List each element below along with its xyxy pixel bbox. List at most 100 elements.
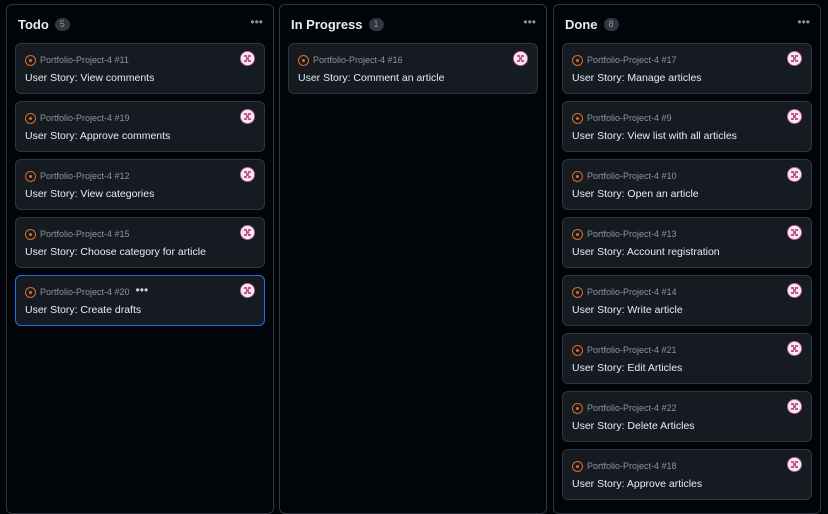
issue-card[interactable]: Portfolio-Project-4 #22 User Story: Delet… bbox=[562, 391, 812, 442]
column-title: Todo bbox=[18, 16, 49, 32]
card-menu-icon[interactable]: ••• bbox=[136, 284, 149, 297]
issue-reference[interactable]: Portfolio-Project-4 #21 bbox=[572, 343, 677, 357]
column-header: In Progress 1 ••• bbox=[280, 5, 546, 43]
assignee-avatar[interactable] bbox=[240, 167, 255, 182]
issue-reference[interactable]: Portfolio-Project-4 #17 bbox=[572, 53, 677, 67]
issue-title[interactable]: User Story: Account registration bbox=[572, 246, 720, 258]
assignee-avatar[interactable] bbox=[787, 283, 802, 298]
issue-title[interactable]: User Story: Create drafts bbox=[25, 304, 141, 316]
column-header: Todo 5 ••• bbox=[7, 5, 273, 43]
issue-reference-label[interactable]: Portfolio-Project-4 #20 bbox=[40, 287, 130, 297]
issue-reference[interactable]: Portfolio-Project-4 #14 bbox=[572, 285, 677, 299]
issue-card[interactable]: Portfolio-Project-4 #10 User Story: Open … bbox=[562, 159, 812, 210]
assignee-avatar[interactable] bbox=[513, 51, 528, 66]
issue-title[interactable]: User Story: View categories bbox=[25, 188, 154, 200]
issue-reference[interactable]: Portfolio-Project-4 #9 bbox=[572, 111, 672, 125]
assignee-avatar[interactable] bbox=[787, 167, 802, 182]
assignee-avatar[interactable] bbox=[240, 283, 255, 298]
issue-reference-label[interactable]: Portfolio-Project-4 #14 bbox=[587, 287, 677, 297]
open-issue-icon bbox=[298, 54, 309, 66]
issue-title[interactable]: User Story: Manage articles bbox=[572, 72, 702, 84]
issue-reference[interactable]: Portfolio-Project-4 #18 bbox=[572, 459, 677, 473]
issue-reference[interactable]: Portfolio-Project-4 #13 bbox=[572, 227, 677, 241]
column-count-badge: 5 bbox=[54, 17, 70, 31]
column-menu-icon[interactable]: ••• bbox=[250, 16, 263, 31]
issue-reference[interactable]: Portfolio-Project-4 #16 bbox=[298, 53, 403, 67]
issue-card[interactable]: Portfolio-Project-4 #9 User Story: View l… bbox=[562, 101, 812, 152]
assignee-avatar[interactable] bbox=[787, 225, 802, 240]
column-title: In Progress bbox=[291, 16, 363, 32]
column-done: Done 8 ••• Portfolio-Project-4 #17 User S… bbox=[553, 4, 821, 514]
issue-card[interactable]: Portfolio-Project-4 #12 User Story: View … bbox=[15, 159, 265, 210]
card-list: Portfolio-Project-4 #17 User Story: Manag… bbox=[554, 43, 820, 500]
issue-reference-label[interactable]: Portfolio-Project-4 #18 bbox=[587, 461, 677, 471]
assignee-avatar[interactable] bbox=[787, 51, 802, 66]
column-count-badge: 1 bbox=[368, 17, 384, 31]
card-list: Portfolio-Project-4 #11 User Story: View … bbox=[7, 43, 273, 326]
column-title: Done bbox=[565, 16, 598, 32]
card-list: Portfolio-Project-4 #16 User Story: Comme… bbox=[280, 43, 546, 94]
issue-reference[interactable]: Portfolio-Project-4 #19 bbox=[25, 111, 130, 125]
issue-reference-label[interactable]: Portfolio-Project-4 #15 bbox=[40, 229, 130, 239]
issue-card[interactable]: Portfolio-Project-4 #15 User Story: Choos… bbox=[15, 217, 265, 268]
issue-title[interactable]: User Story: Approve comments bbox=[25, 130, 170, 142]
open-issue-icon bbox=[572, 228, 583, 240]
issue-reference-label[interactable]: Portfolio-Project-4 #12 bbox=[40, 171, 130, 181]
issue-card[interactable]: Portfolio-Project-4 #16 User Story: Comme… bbox=[288, 43, 538, 94]
issue-reference-label[interactable]: Portfolio-Project-4 #17 bbox=[587, 55, 677, 65]
issue-reference[interactable]: Portfolio-Project-4 #11 bbox=[25, 53, 129, 67]
issue-reference-label[interactable]: Portfolio-Project-4 #10 bbox=[587, 171, 677, 181]
issue-reference-label[interactable]: Portfolio-Project-4 #22 bbox=[587, 403, 677, 413]
open-issue-icon bbox=[572, 344, 583, 356]
issue-title[interactable]: User Story: Delete Articles bbox=[572, 420, 695, 432]
issue-reference[interactable]: Portfolio-Project-4 #10 bbox=[572, 169, 677, 183]
issue-card[interactable]: Portfolio-Project-4 #21 User Story: Edit … bbox=[562, 333, 812, 384]
assignee-avatar[interactable] bbox=[787, 457, 802, 472]
issue-card[interactable]: Portfolio-Project-4 #17 User Story: Manag… bbox=[562, 43, 812, 94]
issue-reference-label[interactable]: Portfolio-Project-4 #9 bbox=[587, 113, 672, 123]
issue-card[interactable]: Portfolio-Project-4 #13 User Story: Accou… bbox=[562, 217, 812, 268]
issue-reference-label[interactable]: Portfolio-Project-4 #16 bbox=[313, 55, 403, 65]
issue-title[interactable]: User Story: Open an article bbox=[572, 188, 699, 200]
issue-reference[interactable]: Portfolio-Project-4 #22 bbox=[572, 401, 677, 415]
issue-title[interactable]: User Story: Comment an article bbox=[298, 72, 444, 84]
issue-card[interactable]: Portfolio-Project-4 #18 User Story: Appro… bbox=[562, 449, 812, 500]
open-issue-icon bbox=[572, 112, 583, 124]
assignee-avatar[interactable] bbox=[787, 341, 802, 356]
issue-title[interactable]: User Story: Approve articles bbox=[572, 478, 702, 490]
open-issue-icon bbox=[25, 228, 36, 240]
issue-reference[interactable]: Portfolio-Project-4 #15 bbox=[25, 227, 130, 241]
issue-card[interactable]: Portfolio-Project-4 #14 User Story: Write… bbox=[562, 275, 812, 326]
open-issue-icon bbox=[25, 54, 36, 66]
assignee-avatar[interactable] bbox=[240, 51, 255, 66]
assignee-avatar[interactable] bbox=[787, 109, 802, 124]
issue-reference-label[interactable]: Portfolio-Project-4 #21 bbox=[587, 345, 677, 355]
open-issue-icon bbox=[572, 54, 583, 66]
open-issue-icon bbox=[572, 286, 583, 298]
open-issue-icon bbox=[572, 170, 583, 182]
issue-reference-label[interactable]: Portfolio-Project-4 #19 bbox=[40, 113, 130, 123]
column-todo: Todo 5 ••• Portfolio-Project-4 #11 User S… bbox=[6, 4, 274, 514]
open-issue-icon bbox=[572, 460, 583, 472]
issue-reference-label[interactable]: Portfolio-Project-4 #13 bbox=[587, 229, 677, 239]
assignee-avatar[interactable] bbox=[240, 109, 255, 124]
issue-reference[interactable]: Portfolio-Project-4 #20 ••• bbox=[25, 284, 149, 299]
project-board: Todo 5 ••• Portfolio-Project-4 #11 User S… bbox=[0, 0, 828, 514]
issue-card[interactable]: Portfolio-Project-4 #11 User Story: View … bbox=[15, 43, 265, 94]
issue-reference-label[interactable]: Portfolio-Project-4 #11 bbox=[40, 55, 129, 65]
open-issue-icon bbox=[25, 286, 36, 298]
issue-card[interactable]: Portfolio-Project-4 #19 User Story: Appro… bbox=[15, 101, 265, 152]
issue-card[interactable]: Portfolio-Project-4 #20 ••• User Story: Cr… bbox=[15, 275, 265, 326]
open-issue-icon bbox=[25, 170, 36, 182]
issue-reference[interactable]: Portfolio-Project-4 #12 bbox=[25, 169, 130, 183]
issue-title[interactable]: User Story: Choose category for article bbox=[25, 246, 206, 258]
issue-title[interactable]: User Story: Write article bbox=[572, 304, 683, 316]
column-header: Done 8 ••• bbox=[554, 5, 820, 43]
assignee-avatar[interactable] bbox=[787, 399, 802, 414]
issue-title[interactable]: User Story: View list with all articles bbox=[572, 130, 737, 142]
issue-title[interactable]: User Story: Edit Articles bbox=[572, 362, 682, 374]
assignee-avatar[interactable] bbox=[240, 225, 255, 240]
column-menu-icon[interactable]: ••• bbox=[797, 16, 810, 31]
column-menu-icon[interactable]: ••• bbox=[523, 16, 536, 31]
issue-title[interactable]: User Story: View comments bbox=[25, 72, 154, 84]
